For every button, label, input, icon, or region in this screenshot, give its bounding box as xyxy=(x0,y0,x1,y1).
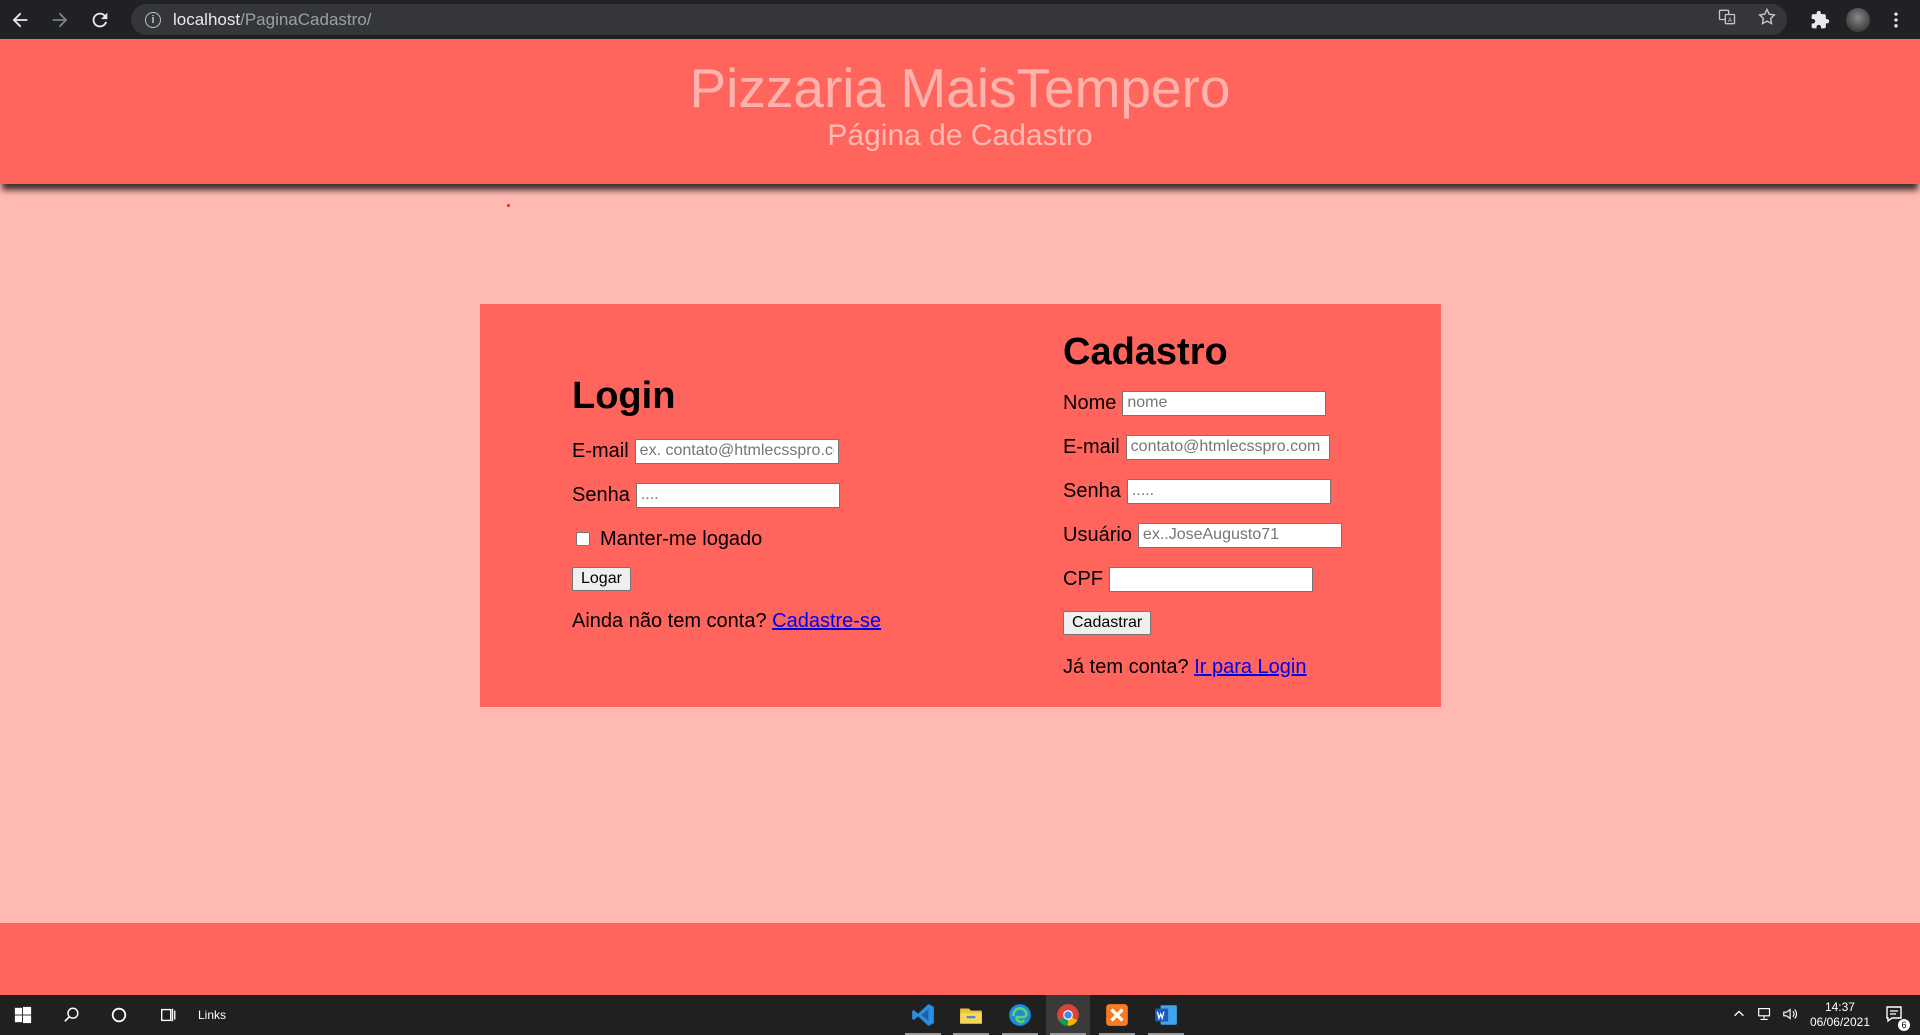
login-email-row: E-mail xyxy=(572,436,881,466)
remember-me-checkbox[interactable] xyxy=(576,532,590,546)
chrome-icon xyxy=(1057,1004,1079,1026)
has-account-text: Já tem conta? xyxy=(1063,655,1189,678)
reload-button[interactable] xyxy=(80,0,120,39)
signup-email-label: E-mail xyxy=(1063,435,1120,458)
login-heading: Login xyxy=(572,375,676,417)
profile-avatar[interactable] xyxy=(1846,7,1870,32)
notification-center-icon[interactable]: 6 xyxy=(1884,1004,1910,1031)
volume-icon[interactable] xyxy=(1782,1006,1800,1025)
site-header: Pizzaria MaisTempero Página de Cadastro xyxy=(0,39,1920,184)
signup-user-label: Usuário xyxy=(1063,523,1132,546)
signup-name-row: Nome xyxy=(1063,388,1342,418)
site-footer xyxy=(0,923,1920,995)
windows-logo-icon xyxy=(14,1006,32,1024)
browser-toolbar: i localhost /PaginaCadastro/ A xyxy=(0,0,1920,39)
extensions-puzzle-icon[interactable] xyxy=(1810,10,1830,30)
chevron-up-icon[interactable] xyxy=(1732,1007,1746,1024)
info-icon[interactable]: i xyxy=(145,11,161,28)
signup-user-input[interactable] xyxy=(1137,522,1342,548)
cortana-circle-icon xyxy=(111,1007,127,1023)
remember-me-label: Manter-me logado xyxy=(600,527,763,550)
xampp-icon xyxy=(1106,1004,1128,1026)
file-explorer-icon xyxy=(960,1008,982,1024)
edge-app[interactable] xyxy=(998,995,1042,1035)
signup-prompt: Ainda não tem conta? Cadastre-se xyxy=(572,606,881,636)
signup-password-row: Senha xyxy=(1063,476,1342,506)
task-view-button[interactable] xyxy=(146,995,190,1035)
svg-text:A: A xyxy=(1728,18,1732,24)
signup-link[interactable]: Cadastre-se xyxy=(772,610,881,633)
clock-time: 14:37 xyxy=(1824,1000,1855,1014)
signup-name-label: Nome xyxy=(1063,391,1117,414)
signup-email-input[interactable] xyxy=(1125,434,1330,460)
forms-card: Login E-mail Senha Manter-me logado Loga… xyxy=(480,304,1441,707)
forward-button[interactable] xyxy=(40,0,80,39)
menu-kebab-icon[interactable] xyxy=(1886,10,1906,30)
login-password-input[interactable] xyxy=(635,482,840,508)
arrow-right-icon xyxy=(52,12,68,27)
cortana-button[interactable] xyxy=(97,995,141,1035)
site-subtitle: Página de Cadastro xyxy=(827,119,1093,152)
signup-password-input[interactable] xyxy=(1126,478,1331,504)
file-explorer-app[interactable] xyxy=(949,995,993,1035)
login-password-label: Senha xyxy=(572,483,630,506)
no-account-text: Ainda não tem conta? xyxy=(572,609,767,632)
task-view-icon xyxy=(161,1008,176,1022)
edge-icon xyxy=(1009,1004,1031,1026)
site-title: Pizzaria MaisTempero xyxy=(689,57,1231,119)
notification-badge: 6 xyxy=(1898,1018,1910,1031)
signup-button[interactable]: Cadastrar xyxy=(1063,611,1152,635)
back-button[interactable] xyxy=(0,0,40,39)
reload-icon xyxy=(92,12,108,27)
xampp-app[interactable] xyxy=(1095,995,1139,1035)
login-password-row: Senha xyxy=(572,480,881,510)
address-bar[interactable]: i localhost /PaginaCadastro/ A xyxy=(131,4,1787,35)
signup-name-input[interactable] xyxy=(1122,390,1327,416)
login-button[interactable]: Logar xyxy=(572,567,631,591)
word-app[interactable] xyxy=(1144,995,1188,1035)
login-email-input[interactable] xyxy=(634,438,839,464)
arrow-left-icon xyxy=(12,12,28,27)
signup-cpf-input[interactable] xyxy=(1109,566,1313,592)
start-button[interactable] xyxy=(0,995,46,1035)
login-prompt: Já tem conta? Ir para Login xyxy=(1063,652,1342,682)
vscode-icon xyxy=(912,1004,934,1026)
taskbar: Links 14:37 06/06/2021 6 xyxy=(0,995,1920,1035)
signup-form: Cadastro Nome E-mail Senha Usuário CPF C… xyxy=(1063,330,1342,682)
signup-password-label: Senha xyxy=(1063,479,1121,502)
url-host: localhost xyxy=(173,9,241,29)
remember-me-row: Manter-me logado xyxy=(572,524,881,554)
signup-user-row: Usuário xyxy=(1063,520,1342,550)
signup-cpf-row: CPF xyxy=(1063,564,1342,594)
search-button[interactable] xyxy=(50,995,94,1035)
clock-date: 06/06/2021 xyxy=(1809,1015,1870,1029)
chrome-app[interactable] xyxy=(1046,995,1090,1035)
word-icon xyxy=(1155,1005,1177,1025)
network-icon[interactable] xyxy=(1756,1006,1774,1025)
url-path: /PaginaCadastro/ xyxy=(240,9,372,29)
vscode-app[interactable] xyxy=(901,995,945,1035)
signup-heading: Cadastro xyxy=(1063,331,1228,373)
translate-icon[interactable]: A xyxy=(1717,7,1737,32)
login-form: Login E-mail Senha Manter-me logado Loga… xyxy=(572,374,881,636)
system-tray: 14:37 06/06/2021 6 xyxy=(1732,995,1920,1035)
search-icon xyxy=(64,1007,79,1022)
signup-email-row: E-mail xyxy=(1063,432,1342,462)
links-toolbar[interactable]: Links xyxy=(192,995,232,1035)
stray-dot xyxy=(507,204,510,207)
login-email-label: E-mail xyxy=(572,439,629,462)
bookmark-star-icon[interactable] xyxy=(1757,7,1777,32)
signup-cpf-label: CPF xyxy=(1063,567,1103,590)
go-to-login-link[interactable]: Ir para Login xyxy=(1194,656,1306,679)
clock[interactable]: 14:37 06/06/2021 xyxy=(1810,1000,1870,1030)
